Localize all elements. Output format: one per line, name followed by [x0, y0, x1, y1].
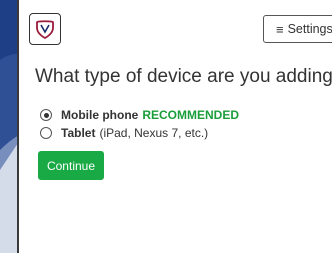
continue-button[interactable]: Continue: [38, 151, 104, 180]
option-label: Mobile phone: [61, 108, 139, 122]
duo-shield-logo-icon: [36, 20, 54, 40]
option-tablet[interactable]: Tablet (iPad, Nexus 7, etc.): [40, 126, 208, 140]
logo: [29, 13, 61, 45]
radio-tablet[interactable]: [40, 127, 52, 139]
settings-button[interactable]: ≡ Settings: [263, 15, 332, 43]
page-title: What type of device are you adding?: [35, 66, 332, 87]
device-type-panel: ≡ Settings What type of device are you a…: [17, 0, 332, 253]
recommended-badge: RECOMMENDED: [142, 108, 239, 122]
option-label: Tablet: [61, 126, 96, 140]
settings-label: Settings: [287, 22, 332, 36]
radio-mobile-phone[interactable]: [40, 109, 52, 121]
hamburger-menu-icon: ≡: [276, 21, 284, 37]
option-note: (iPad, Nexus 7, etc.): [99, 126, 209, 140]
option-mobile-phone[interactable]: Mobile phone RECOMMENDED: [40, 108, 239, 122]
